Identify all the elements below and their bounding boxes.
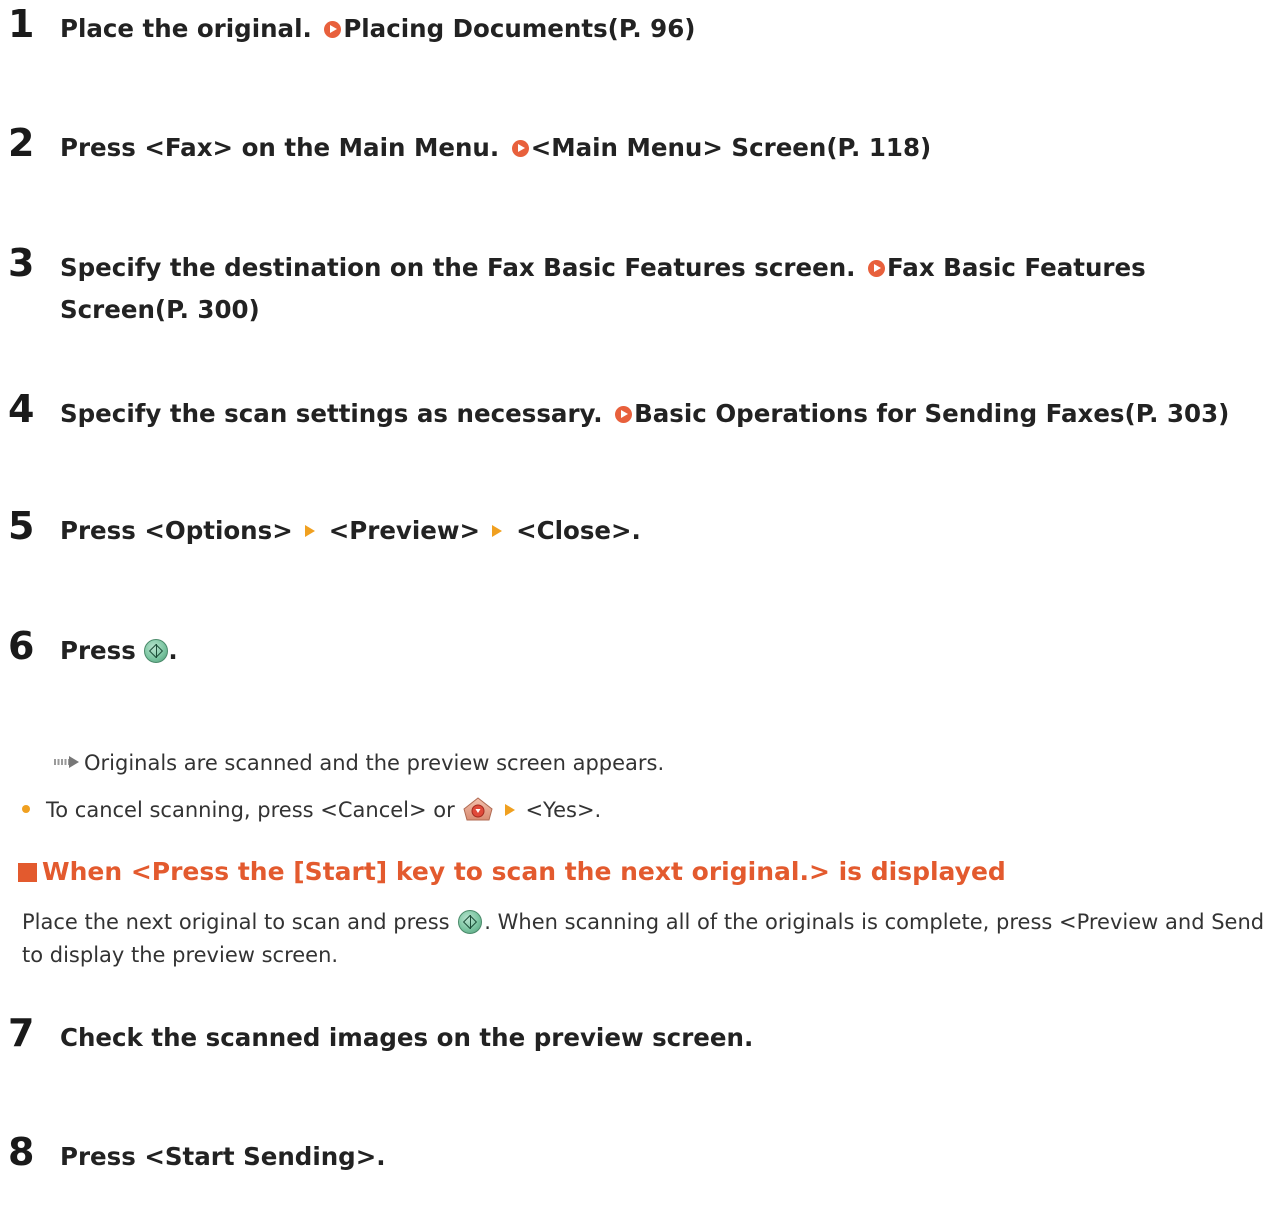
step-number: 6 — [8, 624, 35, 668]
step-instruction: Press <Fax> on the Main Menu. — [60, 133, 500, 162]
step-number: 1 — [8, 2, 35, 46]
options-key-label: Press <Options> — [60, 516, 293, 545]
link-label[interactable]: <Main Menu> Screen(P. 118) — [531, 133, 932, 162]
step-number: 3 — [8, 241, 35, 285]
heading-text: When <Press the [Start] key to scan the … — [42, 857, 1006, 886]
step-number: 2 — [8, 121, 35, 165]
step-text: Check the scanned images on the preview … — [60, 1017, 753, 1059]
bullet-text-end: <Yes>. — [525, 798, 602, 822]
step-text: Press . — [60, 630, 178, 672]
menu-arrow-icon — [505, 804, 516, 816]
result-text: Originals are scanned and the preview sc… — [84, 751, 665, 775]
step-instruction: Specify the destination on the Fax Basic… — [60, 253, 856, 282]
step-instruction: Check the scanned images on the preview … — [60, 1023, 754, 1052]
step-punctuation: . — [168, 636, 178, 665]
heading-square-icon — [18, 863, 37, 882]
section-paragraph: Place the next original to scan and pres… — [22, 906, 1266, 972]
step-result: Originals are scanned and the preview sc… — [54, 748, 664, 778]
link-arrow-icon — [867, 260, 885, 277]
step-number: 5 — [8, 504, 35, 548]
close-key-label: <Close>. — [516, 516, 641, 545]
step-instruction: Specify the scan settings as necessary. — [60, 399, 603, 428]
paragraph-text: Place the next original to scan and pres… — [22, 910, 450, 934]
sending-faxes-link[interactable]: Basic Operations for Sending Faxes(P. 30… — [611, 399, 1229, 428]
step-text: Specify the destination on the Fax Basic… — [60, 247, 1220, 331]
step-text: Press <Options> <Preview> <Close>. — [60, 510, 641, 552]
stop-key-icon — [461, 796, 495, 821]
step-text: Place the original. Placing Documents(P.… — [60, 8, 695, 50]
link-arrow-icon — [324, 21, 342, 38]
link-arrow-icon — [615, 406, 633, 423]
step-text: Press <Fax> on the Main Menu. <Main Menu… — [60, 127, 931, 169]
step-instruction: Press — [60, 636, 136, 665]
step-text: Specify the scan settings as necessary. … — [60, 393, 1229, 435]
menu-arrow-icon — [304, 525, 315, 537]
result-arrow-icon — [54, 755, 82, 769]
link-label[interactable]: Placing Documents(P. 96) — [343, 14, 695, 43]
placing-documents-link[interactable]: Placing Documents(P. 96) — [320, 14, 695, 43]
preview-key-label: <Preview> — [328, 516, 481, 545]
bullet-icon — [22, 805, 30, 813]
bullet-text: To cancel scanning, press <Cancel> or — [46, 798, 455, 822]
menu-arrow-icon — [492, 525, 503, 537]
start-key-icon — [458, 910, 483, 934]
link-label[interactable]: Basic Operations for Sending Faxes(P. 30… — [634, 399, 1229, 428]
main-menu-screen-link[interactable]: <Main Menu> Screen(P. 118) — [508, 133, 932, 162]
bullet-item: To cancel scanning, press <Cancel> or <Y… — [22, 795, 601, 825]
step-instruction: Press <Start Sending>. — [60, 1142, 386, 1171]
step-number: 4 — [8, 387, 35, 431]
step-instruction: Place the original. — [60, 14, 312, 43]
section-heading: When <Press the [Start] key to scan the … — [18, 852, 1006, 892]
step-number: 8 — [8, 1130, 35, 1174]
start-key-icon — [144, 639, 169, 663]
link-arrow-icon — [511, 140, 529, 157]
step-text: Press <Start Sending>. — [60, 1136, 386, 1178]
step-number: 7 — [8, 1011, 35, 1055]
